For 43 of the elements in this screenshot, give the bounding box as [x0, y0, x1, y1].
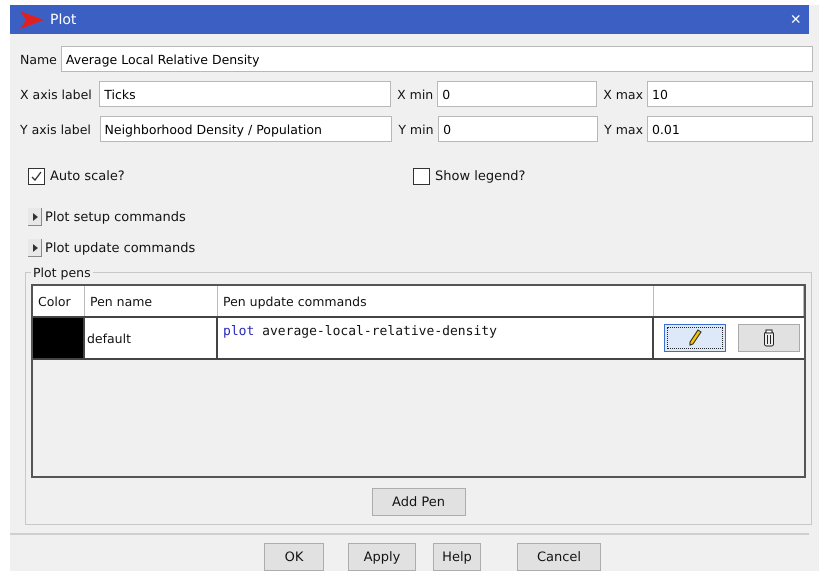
trash-icon [763, 329, 775, 347]
expand-toggle[interactable] [28, 239, 42, 257]
checkbox[interactable] [28, 168, 45, 184]
max-field[interactable]: 0.01 [646, 116, 813, 142]
checkbox-label: Show legend? [435, 168, 526, 184]
dialog-button[interactable]: Apply [348, 543, 416, 571]
group-title: Plot pens [32, 265, 92, 280]
close-button[interactable]: × [790, 9, 801, 30]
field-label: Y min [398, 122, 434, 136]
axis-label-field[interactable]: Neighborhood Density / Population [100, 116, 392, 142]
min-field[interactable]: 0 [438, 116, 598, 142]
expand-toggle[interactable] [28, 208, 42, 226]
window-title: Plot [50, 12, 78, 28]
pen-color-swatch[interactable] [33, 318, 85, 358]
dialog-button[interactable]: Cancel [517, 543, 601, 571]
dialog-button[interactable]: Help [433, 543, 481, 571]
triangle-icon [32, 212, 38, 220]
field-label: Y max [604, 122, 643, 136]
checkbox-label: Auto scale? [50, 168, 125, 184]
delete-button[interactable] [738, 324, 800, 352]
field-label: Y axis label [20, 122, 92, 136]
field-label: X axis label [20, 86, 93, 102]
pencil-icon [688, 329, 702, 347]
column-header: Pen update commands [218, 286, 654, 316]
axis-label-field[interactable]: Ticks [99, 81, 392, 107]
section-label: Plot update commands [45, 240, 196, 256]
field-label: X max [603, 86, 643, 102]
column-header: Color [33, 286, 85, 316]
column-header: Pen name [85, 286, 218, 316]
add-pen-button[interactable]: Add Pen [372, 488, 466, 516]
pen-name-cell: default [85, 318, 218, 358]
pen-command-cell: plot average-local-relative-density [218, 318, 654, 358]
checkbox[interactable] [413, 168, 430, 184]
arrow-logo-icon [20, 10, 44, 28]
field-label: Name [20, 52, 57, 66]
max-field[interactable]: 10 [647, 81, 813, 107]
min-field[interactable]: 0 [437, 81, 598, 107]
edit-button[interactable] [664, 324, 726, 352]
section-label: Plot setup commands [45, 210, 186, 224]
name-field[interactable]: Average Local Relative Density [60, 46, 813, 72]
field-label: X min [397, 86, 434, 102]
triangle-icon [32, 244, 38, 252]
dialog-button[interactable]: OK [264, 543, 324, 571]
